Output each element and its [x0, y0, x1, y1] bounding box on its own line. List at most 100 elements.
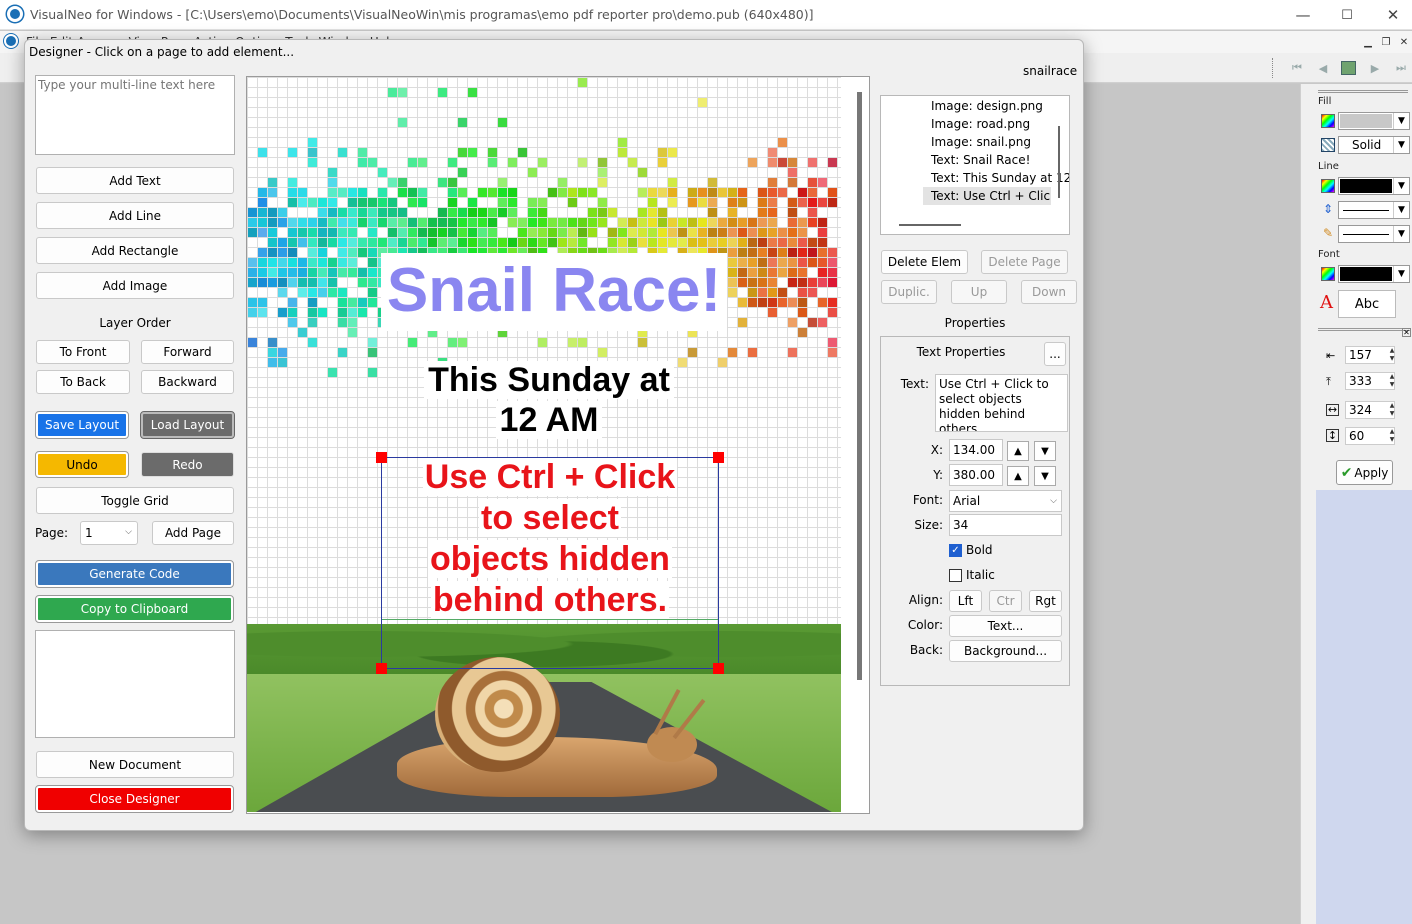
- mosaic-tile: [358, 158, 367, 167]
- mosaic-tile: [358, 198, 367, 207]
- load-layout-button[interactable]: Load Layout: [140, 411, 235, 439]
- top-spinner[interactable]: ▲ ▼: [1387, 372, 1397, 390]
- list-hscroll[interactable]: [899, 224, 961, 226]
- add-image-button[interactable]: Add Image: [36, 272, 234, 299]
- element-list[interactable]: Image: design.png Image: road.png Image:…: [880, 95, 1070, 235]
- list-item[interactable]: Image: snail.png: [931, 135, 1031, 149]
- list-item[interactable]: Image: road.png: [931, 117, 1030, 131]
- list-vscroll[interactable]: [1058, 126, 1060, 198]
- prev-page-icon[interactable]: ◀: [1314, 60, 1332, 76]
- text-value-field[interactable]: Use Ctrl + Click to select objects hidde…: [935, 374, 1068, 432]
- more-button[interactable]: ...: [1044, 342, 1066, 366]
- mosaic-tile: [698, 198, 707, 207]
- background-color-button[interactable]: Background...: [949, 640, 1062, 662]
- line-width-icon[interactable]: ⇕: [1321, 202, 1335, 216]
- width-spinner[interactable]: ▲ ▼: [1387, 401, 1397, 419]
- page-thumbnail-icon[interactable]: [1341, 61, 1356, 75]
- list-item[interactable]: Image: design.png: [931, 99, 1043, 113]
- font-color-dropdown[interactable]: ▼: [1338, 265, 1410, 283]
- save-layout-button[interactable]: Save Layout: [35, 411, 129, 439]
- mdi-close-icon[interactable]: ✕: [1396, 36, 1412, 49]
- height-spinner[interactable]: ▲ ▼: [1387, 427, 1397, 445]
- to-back-button[interactable]: To Back: [36, 370, 130, 394]
- page-select[interactable]: 1 ⌵: [80, 521, 138, 545]
- design-canvas[interactable]: Snail Race! This Sunday at 12 AM Use Ctr…: [247, 77, 841, 812]
- line-width-dropdown[interactable]: ▼: [1338, 201, 1410, 219]
- line-color-icon[interactable]: [1321, 179, 1335, 193]
- align-center-button[interactable]: Ctr: [989, 590, 1022, 612]
- resize-handle-bottom-left[interactable]: [376, 663, 387, 674]
- fill-pattern-icon[interactable]: [1321, 138, 1335, 152]
- y-input[interactable]: 380.00: [949, 464, 1003, 486]
- y-up-icon[interactable]: ▲: [1007, 466, 1029, 486]
- generate-code-button[interactable]: Generate Code: [35, 560, 234, 588]
- mosaic-tile: [248, 208, 257, 217]
- y-down-icon[interactable]: ▼: [1034, 466, 1056, 486]
- fill-color-icon[interactable]: [1321, 114, 1335, 128]
- backward-button[interactable]: Backward: [141, 370, 234, 394]
- add-line-button[interactable]: Add Line: [36, 202, 234, 229]
- resize-handle-top-left[interactable]: [376, 452, 387, 463]
- redo-button[interactable]: Redo: [141, 452, 234, 477]
- list-item[interactable]: Text: Snail Race!: [931, 153, 1030, 167]
- line-style-dropdown[interactable]: ▼: [1338, 225, 1410, 243]
- canvas-scrollbar[interactable]: [857, 92, 862, 680]
- bold-checkbox[interactable]: ✓: [949, 544, 962, 557]
- move-down-button[interactable]: Down: [1021, 280, 1077, 304]
- font-color-icon[interactable]: [1321, 267, 1335, 281]
- x-up-icon[interactable]: ▲: [1007, 441, 1029, 461]
- apply-button[interactable]: ✔ Apply: [1336, 460, 1393, 485]
- close-designer-button[interactable]: Close Designer: [35, 785, 234, 813]
- fill-color-dropdown[interactable]: ▼: [1338, 112, 1410, 130]
- delete-element-button[interactable]: Delete Elem: [881, 250, 968, 274]
- undo-button[interactable]: Undo: [35, 451, 129, 478]
- next-page-icon[interactable]: ▶: [1366, 60, 1384, 76]
- first-page-icon[interactable]: ⏮: [1288, 60, 1306, 76]
- font-sample-button[interactable]: Abc: [1338, 290, 1396, 318]
- copy-to-clipboard-button[interactable]: Copy to Clipboard: [35, 595, 234, 623]
- last-page-icon[interactable]: ⏭: [1392, 60, 1410, 76]
- size-input[interactable]: 34: [949, 514, 1062, 536]
- code-output[interactable]: [35, 630, 235, 738]
- add-text-button[interactable]: Add Text: [36, 167, 234, 194]
- subtitle-text-element[interactable]: This Sunday at 12 AM: [397, 360, 701, 440]
- fill-style-dropdown[interactable]: Solid ▼: [1338, 136, 1410, 154]
- font-select[interactable]: Arial ⌵: [949, 490, 1062, 512]
- text-input[interactable]: [35, 75, 235, 155]
- x-down-icon[interactable]: ▼: [1034, 441, 1056, 461]
- mdi-minimize-icon[interactable]: ▁: [1360, 36, 1376, 49]
- toggle-grid-button[interactable]: Toggle Grid: [36, 487, 234, 514]
- maximize-button[interactable]: ☐: [1324, 0, 1370, 30]
- add-page-button[interactable]: Add Page: [152, 521, 234, 545]
- list-item-selected[interactable]: Text: Use Ctrl + Click to: [931, 189, 1051, 203]
- document-icon[interactable]: [4, 34, 18, 48]
- line-style-icon[interactable]: ✎: [1321, 226, 1335, 240]
- resize-handle-top-right[interactable]: [713, 452, 724, 463]
- mdi-restore-icon[interactable]: ❐: [1378, 36, 1394, 49]
- duplicate-button[interactable]: Duplic.: [881, 280, 937, 304]
- x-input[interactable]: 134.00: [949, 439, 1003, 461]
- add-rectangle-button[interactable]: Add Rectangle: [36, 237, 234, 264]
- move-up-button[interactable]: Up: [951, 280, 1007, 304]
- left-spinner[interactable]: ▲ ▼: [1387, 346, 1397, 364]
- mosaic-tile: [638, 188, 647, 197]
- list-item[interactable]: Text: This Sunday at 12: [931, 171, 1069, 185]
- align-right-button[interactable]: Rgt: [1029, 590, 1062, 612]
- resize-handle-bottom-right[interactable]: [713, 663, 724, 674]
- new-document-button[interactable]: New Document: [36, 751, 234, 778]
- mosaic-tile: [458, 338, 467, 347]
- snail-png-image[interactable]: [435, 657, 560, 772]
- align-left-button[interactable]: Lft: [949, 590, 982, 612]
- line-color-dropdown[interactable]: ▼: [1338, 177, 1410, 195]
- to-front-button[interactable]: To Front: [36, 340, 130, 364]
- mosaic-tile: [278, 258, 287, 267]
- minimize-button[interactable]: —: [1280, 0, 1326, 30]
- forward-button[interactable]: Forward: [141, 340, 234, 364]
- mosaic-tile: [598, 158, 607, 167]
- text-color-button[interactable]: Text...: [949, 615, 1062, 637]
- close-window-button[interactable]: ✕: [1370, 0, 1412, 30]
- italic-checkbox[interactable]: [949, 569, 962, 582]
- title-text-element[interactable]: Snail Race!: [381, 251, 727, 329]
- delete-page-button[interactable]: Delete Page: [981, 250, 1068, 274]
- panel-close-icon[interactable]: ✕: [1402, 328, 1411, 337]
